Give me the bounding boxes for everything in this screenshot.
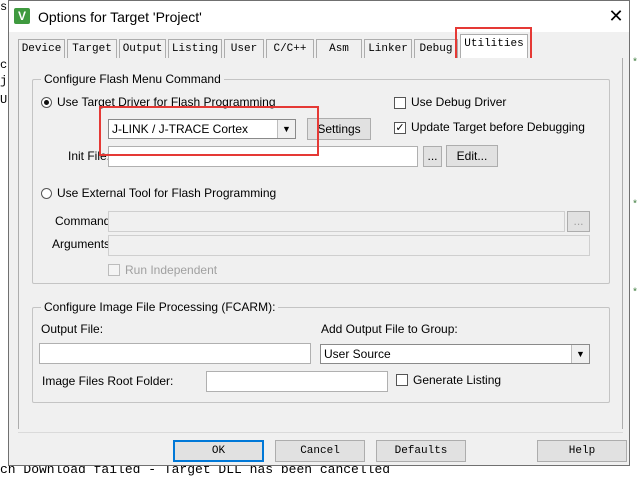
tab-c-cpp[interactable]: C/C++ <box>266 39 314 58</box>
run-independent-label: Run Independent <box>125 263 218 277</box>
image-file-group: Configure Image File Processing (FCARM):… <box>32 300 610 403</box>
background-build-output: ch Download failed - Target DLL has been… <box>0 466 640 477</box>
use-debug-driver-label[interactable]: Use Debug Driver <box>411 95 506 109</box>
use-external-tool-radio[interactable] <box>41 188 52 199</box>
generate-listing-checkbox[interactable] <box>396 374 408 386</box>
cancel-button[interactable]: Cancel <box>275 440 365 462</box>
image-file-legend: Configure Image File Processing (FCARM): <box>41 300 279 314</box>
tab-user[interactable]: User <box>224 39 264 58</box>
use-external-tool-label[interactable]: Use External Tool for Flash Programming <box>57 186 276 200</box>
tab-device[interactable]: Device <box>18 39 65 58</box>
root-folder-input[interactable] <box>206 371 388 392</box>
bg-char: s <box>0 0 8 14</box>
keil-app-icon: V <box>14 8 30 24</box>
dialog-title: Options for Target 'Project' <box>38 9 202 25</box>
use-target-driver-radio[interactable] <box>41 97 52 108</box>
group-select[interactable]: User Source ▼ <box>320 344 590 364</box>
title-bar[interactable]: V Options for Target 'Project' ✕ <box>9 1 629 32</box>
command-label: Command: <box>55 214 114 228</box>
tab-linker[interactable]: Linker <box>364 39 412 58</box>
help-button[interactable]: Help <box>537 440 627 462</box>
add-output-file-label: Add Output File to Group: <box>321 322 458 336</box>
edit-button[interactable]: Edit... <box>446 145 498 167</box>
tab-output[interactable]: Output <box>119 39 166 58</box>
tab-listing[interactable]: Listing <box>168 39 222 58</box>
chevron-down-icon[interactable]: ▼ <box>571 345 589 363</box>
close-icon[interactable]: ✕ <box>605 5 627 27</box>
command-input[interactable] <box>108 211 565 232</box>
use-debug-driver-checkbox[interactable] <box>394 97 406 109</box>
bg-mark: * <box>632 288 639 299</box>
ok-button[interactable]: OK <box>173 440 264 462</box>
options-dialog: V Options for Target 'Project' ✕ Device … <box>8 0 630 466</box>
bg-char: U <box>0 93 8 107</box>
bg-char: c <box>0 58 8 72</box>
run-independent-checkbox[interactable] <box>108 264 120 276</box>
tab-debug[interactable]: Debug <box>414 39 458 58</box>
group-select-value: User Source <box>324 347 391 361</box>
arguments-input[interactable] <box>108 235 590 256</box>
tab-target[interactable]: Target <box>67 39 117 58</box>
flash-menu-legend: Configure Flash Menu Command <box>41 72 224 86</box>
background-editor-right: * * * <box>630 0 640 477</box>
output-file-input[interactable] <box>39 343 311 364</box>
defaults-button[interactable]: Defaults <box>376 440 466 462</box>
driver-select-highlight <box>99 106 319 156</box>
command-browse-button[interactable]: ... <box>567 211 590 232</box>
button-bar-divider <box>18 432 623 433</box>
tab-asm[interactable]: Asm <box>316 39 362 58</box>
build-output-text: ch Download failed - Target DLL has been… <box>0 466 391 477</box>
arguments-label: Arguments: <box>52 237 114 251</box>
bg-mark: * <box>632 58 639 69</box>
root-folder-label: Image Files Root Folder: <box>42 374 174 388</box>
bg-mark: * <box>632 200 639 211</box>
init-file-browse-button[interactable]: ... <box>423 146 442 167</box>
generate-listing-label[interactable]: Generate Listing <box>413 373 501 387</box>
output-file-label: Output File: <box>41 322 104 336</box>
update-target-checkbox[interactable]: ✓ <box>394 122 406 134</box>
update-target-label[interactable]: Update Target before Debugging <box>411 120 585 134</box>
